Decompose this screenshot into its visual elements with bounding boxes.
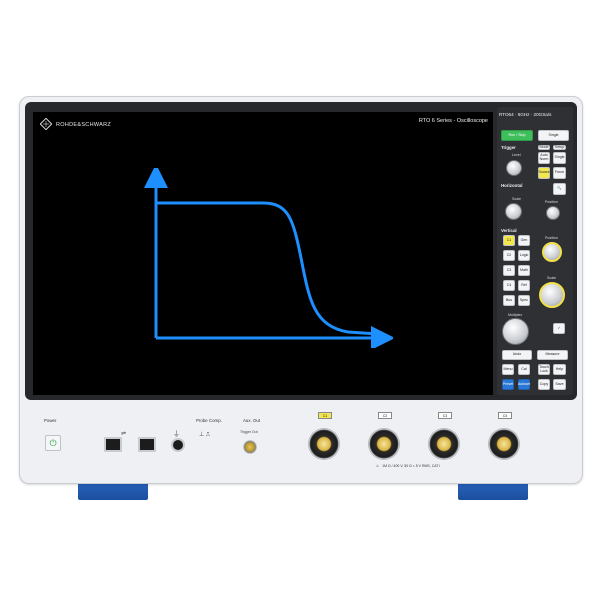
touch-lock-button[interactable]: Touch Lock (538, 364, 550, 375)
channel-c3-tag: C3 (438, 412, 452, 419)
ground-terminal[interactable] (171, 438, 185, 452)
trigger-mode-button[interactable]: Mode (538, 145, 550, 150)
vertical-scale-knob[interactable] (539, 282, 565, 308)
zoom-button[interactable]: 🔍 (553, 183, 566, 195)
auto-norm-button[interactable]: Auto Norm (538, 152, 550, 164)
channel-c2-tag: C2 (378, 412, 392, 419)
vertical-logic-button[interactable]: Logic (518, 250, 530, 261)
trigger-setup-button[interactable]: Setup (553, 145, 566, 150)
probe-comp-label: Probe Comp. (196, 418, 222, 423)
vertical-spec-button[interactable]: Spec (518, 295, 530, 306)
channel-c1-tag: C1 (318, 412, 332, 419)
vertical-c4-button[interactable]: C4 (503, 280, 515, 291)
vertical-section-label: Vertical (501, 228, 517, 233)
usb-icon: ⇌ (121, 431, 127, 437)
measure-button[interactable]: Measure (537, 350, 568, 360)
menu-button[interactable]: Menu (502, 364, 514, 375)
vertical-position-label: Position (545, 236, 558, 240)
trigger-single-button[interactable]: Single (553, 152, 566, 164)
vertical-math-button[interactable]: Math (518, 265, 530, 276)
vertical-bus-button[interactable]: Bus (503, 295, 515, 306)
screen-title: RTO 6 Series - Oscilloscope (418, 118, 488, 124)
probe-comp-pins[interactable]: ⊥ ⎍ (199, 431, 210, 439)
input-warning-text: 1M Ω / 400 V, 50 Ω < 5 V RMS, CAT I (382, 464, 441, 468)
horizontal-section-label: Horizontal (501, 183, 523, 188)
warning-icon: ⚠ (376, 464, 380, 468)
channel-c4-input[interactable] (489, 429, 519, 459)
trigger-level-label: Level (512, 153, 521, 157)
single-button[interactable]: Single (538, 130, 569, 141)
power-button[interactable]: ⏻ (45, 435, 61, 451)
vertical-c1-button[interactable]: C1 (503, 235, 515, 246)
vertical-scale-label: Scale (547, 276, 556, 280)
help-button[interactable]: Help (553, 364, 566, 375)
horizontal-position-label: Position (545, 200, 558, 204)
multiplex-knob[interactable] (502, 318, 529, 345)
vertical-gen-button[interactable]: Gen (518, 235, 530, 246)
horizontal-scale-knob[interactable] (505, 203, 522, 220)
channel-c2-input[interactable] (369, 429, 399, 459)
autoset-button[interactable]: Autoset (518, 379, 530, 390)
aux-out-connector[interactable] (243, 440, 257, 454)
power-icon: ⏻ (49, 437, 57, 448)
horizontal-position-knob[interactable] (546, 206, 560, 220)
vertical-ref-button[interactable]: Ref (518, 280, 530, 291)
channel-c4-tag: C4 (498, 412, 512, 419)
enter-button[interactable]: ✓ (553, 323, 565, 334)
rs-diamond-logo-icon (39, 117, 53, 132)
power-label: Power (44, 418, 57, 423)
aux-out-label: Aux. Out (243, 418, 261, 423)
vertical-c3-button[interactable]: C3 (503, 265, 515, 276)
copy-button[interactable]: Copy (538, 379, 550, 390)
channel-c3-input[interactable] (429, 429, 459, 459)
vertical-c2-button[interactable]: C2 (503, 250, 515, 261)
trigger-force-button[interactable]: Force (553, 167, 566, 179)
check-icon: ✓ (557, 325, 561, 330)
aux-out-sublabel: Trigger Out (240, 430, 258, 434)
channel-c1-input[interactable] (309, 429, 339, 459)
brand: ROHDE&SCHWARZ (39, 117, 112, 132)
input-warning: ⚠ 1M Ω / 400 V, 50 Ω < 5 V RMS, CAT I (376, 464, 440, 468)
trigger-level-knob[interactable] (506, 160, 522, 176)
horizontal-scale-label: Scale (512, 197, 521, 201)
save-button[interactable]: Save (553, 379, 566, 390)
cal-button[interactable]: Cal (518, 364, 530, 375)
run-stop-button[interactable]: Run / Stop (501, 130, 533, 141)
usb-port-1[interactable] (104, 437, 122, 452)
vertical-position-knob[interactable] (542, 242, 562, 262)
waveform-plot (144, 168, 393, 348)
usb-port-2[interactable] (138, 437, 156, 452)
preset-button[interactable]: Preset (502, 379, 514, 390)
model-specs: RTO64 · 6GHz · 20GSa/s (499, 112, 552, 117)
trigger-source-button[interactable]: Source (538, 167, 550, 179)
magnifier-icon: 🔍 (557, 186, 562, 191)
multiplex-label: Multiplex (508, 313, 523, 317)
frequency-response-curve (156, 201, 379, 336)
trigger-section-label: Trigger (501, 145, 516, 150)
undo-button[interactable]: Undo (502, 350, 532, 360)
brand-name: ROHDE&SCHWARZ (56, 122, 112, 128)
